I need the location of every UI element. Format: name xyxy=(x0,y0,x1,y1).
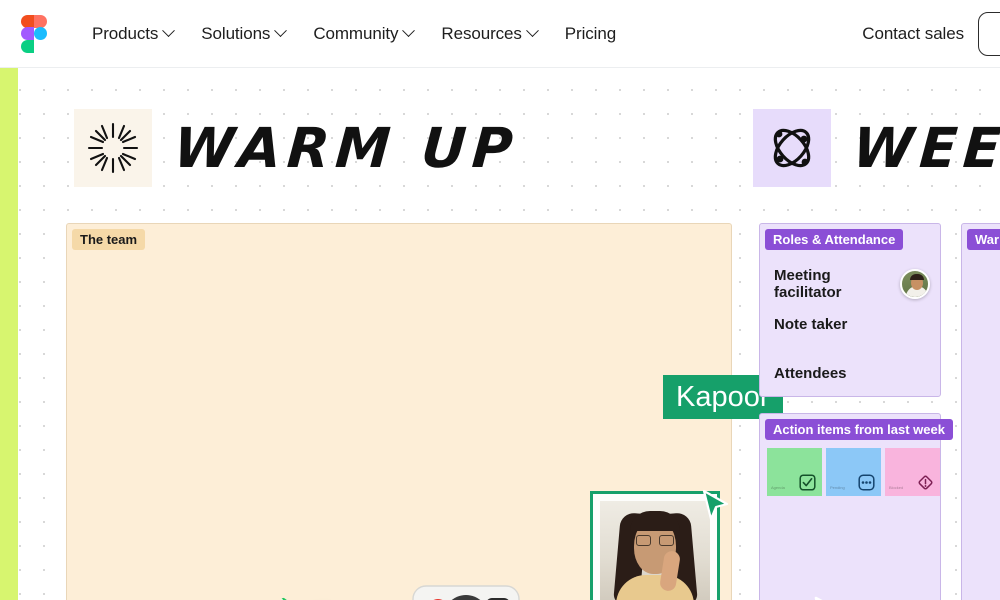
action-items-panel[interactable]: Action items from last week Agenda Pendi… xyxy=(759,413,953,600)
sticky-note-text: Agenda xyxy=(771,485,785,490)
nav-item-label: Solutions xyxy=(201,23,271,43)
dots-icon xyxy=(858,474,875,491)
figma-logo[interactable] xyxy=(0,0,68,68)
warning-icon xyxy=(917,474,934,491)
section-heading-weekly: WEE xyxy=(753,109,1000,187)
roles-panel-tag: Roles & Attendance xyxy=(765,229,904,250)
top-navigation-bar: Products Solutions Community Resources P… xyxy=(0,0,1000,68)
nav-secondary-button[interactable] xyxy=(978,11,1000,56)
cursor-kapoor xyxy=(700,489,730,521)
nav-item-solutions[interactable]: Solutions xyxy=(187,16,299,52)
sticky-note-pending[interactable]: Pending xyxy=(826,448,881,496)
section-title: WEE xyxy=(850,116,1000,180)
section-title: WARM UP xyxy=(171,116,521,180)
role-label: Note taker xyxy=(774,316,848,333)
sticky-note-group: Agenda Pending Blocked xyxy=(767,448,940,496)
chevron-down-icon xyxy=(274,24,288,38)
role-row-attendees[interactable]: Attendees xyxy=(774,365,930,382)
sunburst-icon xyxy=(74,109,152,187)
check-icon xyxy=(799,474,816,491)
chevron-down-icon xyxy=(525,24,539,38)
nav-right-group: Contact sales xyxy=(862,11,1000,56)
kapoor-glasses xyxy=(636,535,674,546)
nav-item-label: Pricing xyxy=(564,23,617,43)
nav-item-community[interactable]: Community xyxy=(299,16,427,52)
canvas-left-accent-strip xyxy=(0,68,18,600)
team-panel-tag: The team xyxy=(72,229,146,250)
cursor-lauren xyxy=(812,596,842,600)
figma-logo-shape-orange xyxy=(21,14,34,28)
nav-links: Products Solutions Community Resources P… xyxy=(78,16,630,52)
role-row-meeting-facilitator[interactable]: Meeting facilitator xyxy=(774,267,930,301)
role-label: Attendees xyxy=(774,365,847,382)
chevron-down-icon xyxy=(162,24,176,38)
nav-item-resources[interactable]: Resources xyxy=(427,16,550,52)
polaroid-kapoor-photo xyxy=(600,501,710,600)
polaroid-camera-icon xyxy=(405,582,527,600)
contact-sales-link[interactable]: Contact sales xyxy=(862,24,964,44)
figma-logo-shape-red xyxy=(34,14,47,28)
nav-item-pricing[interactable]: Pricing xyxy=(551,16,630,52)
sticky-note-text: Blocked xyxy=(889,485,904,490)
nav-item-label: Products xyxy=(92,23,159,43)
figma-logo-shape-purple xyxy=(21,27,34,41)
chevron-down-icon xyxy=(402,24,416,38)
figma-logo-shape-blue xyxy=(34,27,47,41)
warm-up-panel-tag: Warm xyxy=(967,229,1000,250)
warm-up-panel[interactable]: Warm xyxy=(961,223,1000,600)
team-panel[interactable]: The team mdean xyxy=(66,223,732,600)
atom-icon xyxy=(753,109,831,187)
role-label: Meeting facilitator xyxy=(774,267,842,301)
figma-logo-shape-green xyxy=(21,39,34,53)
roles-attendance-panel[interactable]: Roles & Attendance Meeting facilitator N… xyxy=(759,223,941,397)
figjam-canvas[interactable]: WARM UP WEE The team Kapoor Roles & Atte… xyxy=(0,68,1000,600)
section-heading-warm-up: WARM UP xyxy=(74,109,521,187)
sticky-note-done[interactable]: Agenda xyxy=(767,448,822,496)
nav-item-label: Resources xyxy=(441,23,522,43)
nav-item-products[interactable]: Products xyxy=(78,16,187,52)
nav-item-label: Community xyxy=(313,23,399,43)
avatar[interactable] xyxy=(900,269,930,299)
sticky-note-blocked[interactable]: Blocked xyxy=(885,448,940,496)
action-items-panel-tag: Action items from last week xyxy=(765,419,953,440)
sticky-note-text: Pending xyxy=(830,485,845,490)
role-row-note-taker[interactable]: Note taker xyxy=(774,316,930,333)
